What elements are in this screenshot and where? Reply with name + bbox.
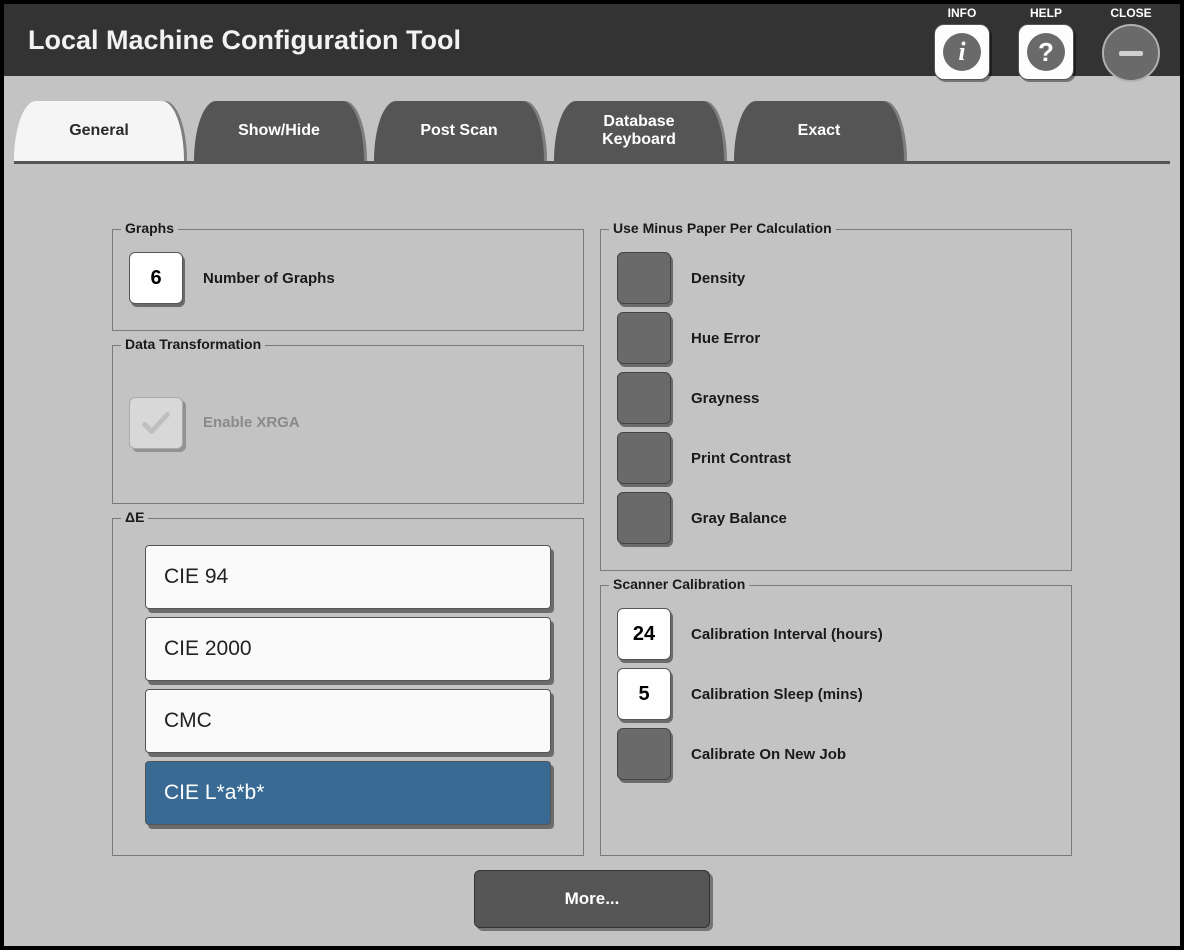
hue-error-label: Hue Error [691,330,760,347]
scanner-calibration-legend: Scanner Calibration [609,576,749,592]
data-transformation-fieldset: Data Transformation Enable XRGA [112,345,584,504]
option-label: CMC [164,709,212,733]
info-icon: i [943,33,981,71]
more-button[interactable]: More... [474,870,710,928]
enable-xrga-row: Enable XRGA [129,397,300,449]
print-contrast-checkbox[interactable] [617,432,671,484]
content-area: Graphs 6 Number of Graphs Data Transform… [112,229,1072,856]
enable-xrga-checkbox[interactable] [129,397,183,449]
print-contrast-row: Print Contrast [617,432,1055,484]
graphs-fieldset: Graphs 6 Number of Graphs [112,229,584,331]
help-label: HELP [1030,6,1062,20]
info-label: INFO [948,6,977,20]
tab-label: Exact [798,122,841,140]
minus-paper-legend: Use Minus Paper Per Calculation [609,220,836,236]
scanner-calibration-fieldset: Scanner Calibration 24 Calibration Inter… [600,585,1072,856]
calibration-sleep-input[interactable]: 5 [617,668,671,720]
close-button[interactable] [1102,24,1160,82]
hue-error-row: Hue Error [617,312,1055,364]
option-label: CIE 2000 [164,637,252,661]
graphs-count-label: Number of Graphs [203,270,335,287]
density-label: Density [691,270,745,287]
more-label: More... [565,889,620,909]
grayness-checkbox[interactable] [617,372,671,424]
graphs-row: 6 Number of Graphs [129,252,567,304]
info-button[interactable]: i [934,24,990,80]
delta-e-fieldset: ΔE CIE 94 CIE 2000 CMC CIE L*a*b* [112,518,584,856]
close-action: CLOSE [1102,6,1160,82]
tab-show-hide[interactable]: Show/Hide [194,101,364,161]
tab-label: Show/Hide [238,122,320,140]
info-action: INFO i [934,6,990,80]
data-transformation-legend: Data Transformation [121,336,265,352]
delta-e-option-cie2000[interactable]: CIE 2000 [145,617,551,681]
gray-balance-row: Gray Balance [617,492,1055,544]
tab-post-scan[interactable]: Post Scan [374,101,544,161]
density-checkbox[interactable] [617,252,671,304]
left-column: Graphs 6 Number of Graphs Data Transform… [112,229,584,856]
gray-balance-checkbox[interactable] [617,492,671,544]
grayness-row: Grayness [617,372,1055,424]
print-contrast-label: Print Contrast [691,450,791,467]
graphs-count-input[interactable]: 6 [129,252,183,304]
calibrate-new-job-label: Calibrate On New Job [691,746,846,763]
calibrate-new-job-row: Calibrate On New Job [617,728,1055,780]
tab-database-keyboard[interactable]: Database Keyboard [554,101,724,161]
delta-e-option-cie94[interactable]: CIE 94 [145,545,551,609]
density-row: Density [617,252,1055,304]
enable-xrga-label: Enable XRGA [203,414,300,431]
topbar-actions: INFO i HELP ? CLOSE [934,6,1160,82]
grayness-label: Grayness [691,390,759,407]
minimize-icon [1119,51,1143,56]
gray-balance-label: Gray Balance [691,510,787,527]
hue-error-checkbox[interactable] [617,312,671,364]
close-label: CLOSE [1110,6,1151,20]
window-title: Local Machine Configuration Tool [28,25,461,56]
tab-label: Database Keyboard [602,113,676,150]
calibration-interval-row: 24 Calibration Interval (hours) [617,608,1055,660]
tab-exact[interactable]: Exact [734,101,904,161]
option-label: CIE 94 [164,565,228,589]
option-label: CIE L*a*b* [164,781,264,805]
calibration-interval-label: Calibration Interval (hours) [691,626,883,643]
tab-label: Post Scan [420,122,497,140]
calibration-sleep-label: Calibration Sleep (mins) [691,686,863,703]
calibration-sleep-row: 5 Calibration Sleep (mins) [617,668,1055,720]
delta-e-list: CIE 94 CIE 2000 CMC CIE L*a*b* [129,533,567,837]
tab-row: General Show/Hide Post Scan Database Key… [14,94,1170,164]
right-column: Use Minus Paper Per Calculation Density … [600,229,1072,856]
config-window: Local Machine Configuration Tool INFO i … [0,0,1184,950]
help-button[interactable]: ? [1018,24,1074,80]
delta-e-option-cmc[interactable]: CMC [145,689,551,753]
tab-general[interactable]: General [14,101,184,161]
calibrate-new-job-checkbox[interactable] [617,728,671,780]
tab-label: General [69,122,129,140]
graphs-legend: Graphs [121,220,178,236]
delta-e-legend: ΔE [121,509,148,525]
help-action: HELP ? [1018,6,1074,80]
calibration-interval-input[interactable]: 24 [617,608,671,660]
delta-e-option-cielab[interactable]: CIE L*a*b* [145,761,551,825]
help-icon: ? [1027,33,1065,71]
minus-paper-fieldset: Use Minus Paper Per Calculation Density … [600,229,1072,571]
check-icon [139,406,173,440]
